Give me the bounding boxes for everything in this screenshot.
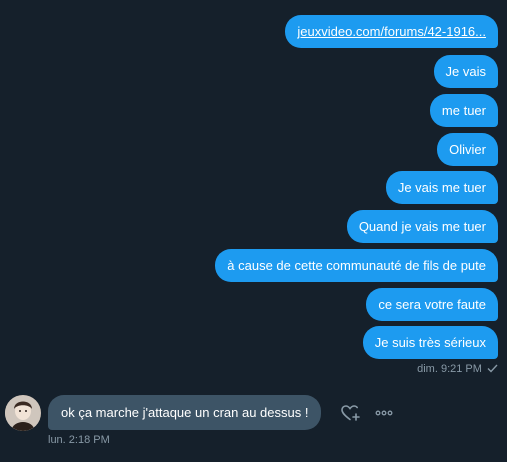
message-bubble[interactable]: à cause de cette communauté de fils de p… [215, 249, 498, 282]
outgoing-message-meta: dim. 9:21 PM [417, 363, 498, 375]
message-bubble[interactable]: ce sera votre faute [366, 288, 498, 321]
add-reaction-button[interactable] [340, 403, 360, 423]
message-bubble[interactable]: Je vais me tuer [385, 171, 498, 204]
avatar[interactable] [5, 395, 41, 431]
message-bubble[interactable]: Je suis très sérieux [362, 326, 498, 359]
message-bubble[interactable]: Quand je vais me tuer [346, 210, 498, 243]
check-icon [487, 364, 498, 373]
more-horizontal-icon [375, 410, 393, 416]
message-bubble[interactable]: Je vais [433, 55, 498, 88]
heart-plus-icon [341, 405, 360, 421]
received-message-timestamp: lun. 2:18 PM [48, 434, 110, 446]
more-options-button[interactable] [374, 406, 394, 420]
message-timestamp: dim. 9:21 PM [417, 363, 482, 375]
message-bubble[interactable]: Olivier [437, 133, 498, 166]
received-message-bubble[interactable]: ok ça marche j'attaque un cran au dessus… [48, 395, 322, 430]
conversation-panel: jeuxvideo.com/forums/42-1916... Je vais … [0, 0, 507, 462]
message-bubble-link[interactable]: jeuxvideo.com/forums/42-1916... [285, 15, 498, 48]
message-bubble[interactable]: me tuer [429, 94, 498, 127]
avatar-photo [5, 395, 41, 431]
